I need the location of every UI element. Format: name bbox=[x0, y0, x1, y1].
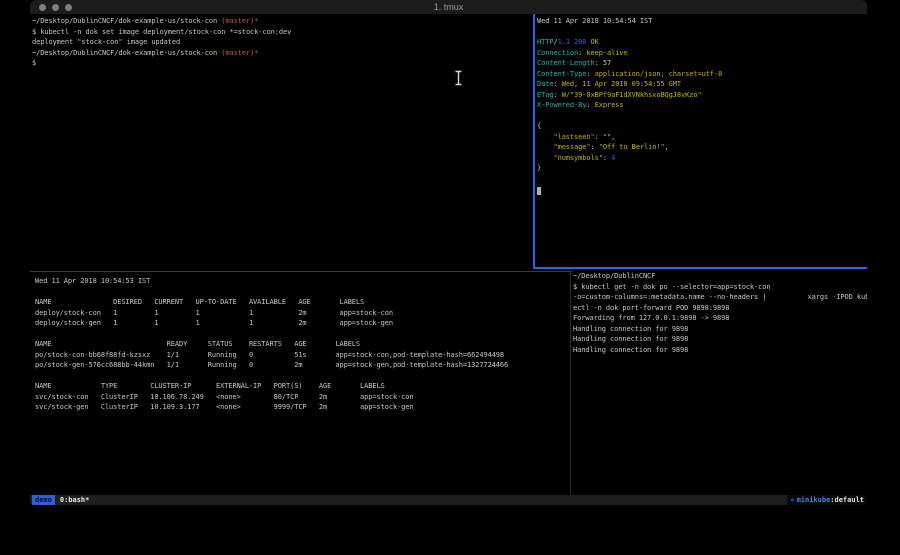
terminal-window: 1. tmux ~/Desktop/DublinCNCF/dok-example… bbox=[30, 0, 867, 505]
kube-context-name: minikube bbox=[797, 495, 831, 505]
pane-port-forward[interactable]: ~/Desktop/DublinCNCF$ kubectl get -n dok… bbox=[573, 271, 865, 493]
helm-wheel-icon: ⎈ bbox=[790, 495, 794, 505]
terminal-area: ~/Desktop/DublinCNCF/dok-example-us/stoc… bbox=[30, 14, 867, 495]
active-pane-border-horizontal[interactable] bbox=[533, 267, 867, 269]
pane-http-response[interactable]: Wed 11 Apr 2018 10:54:54 IST HTTP/1.1 20… bbox=[537, 16, 865, 266]
titlebar[interactable]: 1. tmux bbox=[30, 0, 867, 14]
tmux-status-bar: demo 0:bash* ⎈ minikube :default bbox=[30, 495, 867, 505]
active-pane-border-vertical[interactable] bbox=[533, 14, 535, 268]
mouse-ibeam-cursor-icon bbox=[454, 70, 463, 90]
pane-divider-vertical-bottom[interactable] bbox=[570, 271, 571, 495]
kube-context-indicator: ⎈ minikube :default bbox=[787, 495, 867, 505]
tmux-session-name[interactable]: demo bbox=[32, 495, 55, 505]
pane-shell-top-left[interactable]: ~/Desktop/DublinCNCF/dok-example-us/stoc… bbox=[32, 16, 530, 266]
kube-namespace: :default bbox=[830, 495, 864, 505]
pane-kubectl-get[interactable]: Wed 11 Apr 2018 10:54:53 IST NAME DESIRE… bbox=[35, 276, 568, 494]
pane-divider-horizontal[interactable] bbox=[30, 271, 572, 272]
window-title: 1. tmux bbox=[30, 0, 867, 14]
tmux-window-label[interactable]: 0:bash* bbox=[60, 495, 90, 505]
